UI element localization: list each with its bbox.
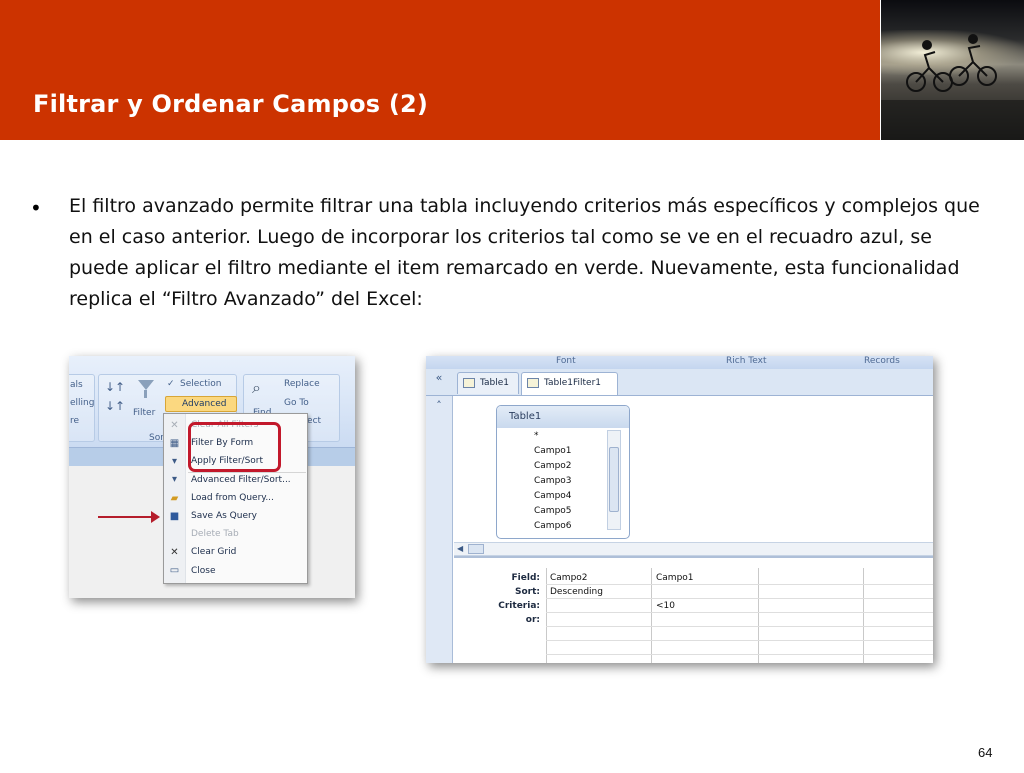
- clear-filters-icon: ✕: [170, 420, 179, 431]
- field-item[interactable]: Campo5: [534, 506, 572, 516]
- slide-header-band: Filtrar y Ordenar Campos (2): [0, 0, 880, 140]
- ribbon-group-font: Font: [556, 356, 576, 366]
- menu-item-delete-tab[interactable]: Delete Tab: [191, 529, 239, 539]
- grid-label-criteria: Criteria:: [498, 601, 540, 611]
- ribbon-group-records: Records: [864, 356, 900, 366]
- field-item[interactable]: *: [534, 431, 539, 441]
- grid-divider: [546, 568, 547, 663]
- advanced-button[interactable]: Advanced: [165, 396, 237, 412]
- menu-item-close[interactable]: Close: [191, 566, 216, 576]
- filter-by-form-icon: ▦: [169, 438, 180, 449]
- grid-label-sort: Sort:: [514, 587, 540, 597]
- clear-grid-icon: ✕: [170, 547, 179, 558]
- nav-scroll-up-button[interactable]: ˄: [429, 399, 449, 413]
- tab-table1-label: Table1: [480, 378, 509, 388]
- field-list-title: Table1: [497, 406, 629, 428]
- slide-title: Filtrar y Ordenar Campos (2): [33, 90, 429, 118]
- replace-button[interactable]: Replace: [284, 379, 320, 389]
- menu-item-load-from-query[interactable]: Load from Query...: [191, 493, 274, 503]
- grid-label-or: or:: [525, 615, 540, 625]
- scroll-left-arrow-icon[interactable]: ◀: [457, 544, 463, 553]
- cyclists-photo: [881, 0, 1024, 140]
- grid-row-line: [546, 584, 933, 585]
- grid-divider: [651, 568, 652, 663]
- filter-button-label[interactable]: Filter: [133, 408, 155, 418]
- cyclists-silhouette-icon: [881, 34, 1024, 140]
- page-number: 64: [978, 745, 993, 760]
- selection-button-label[interactable]: Selection: [180, 379, 221, 389]
- sort-ascending-icon[interactable]: ↓↑: [105, 380, 125, 394]
- grid-label-field: Field:: [511, 573, 540, 583]
- ribbon-group-rich-text: Rich Text: [726, 356, 767, 366]
- save-disk-icon: ■: [169, 511, 180, 522]
- menu-separator: [188, 472, 306, 473]
- tab-table1filter1[interactable]: Table1Filter1: [521, 372, 618, 395]
- design-horizontal-scrollbar[interactable]: ◀: [454, 542, 933, 556]
- selection-icon[interactable]: ✓: [167, 379, 175, 389]
- ribbon-totals-partial[interactable]: als: [70, 380, 83, 390]
- grid-divider: [758, 568, 759, 663]
- red-arrow-icon: [98, 511, 160, 523]
- field-item[interactable]: Campo2: [534, 461, 572, 471]
- filter-funnel-icon[interactable]: [138, 380, 154, 390]
- sort-descending-icon[interactable]: ↓↑: [105, 399, 125, 413]
- horizontal-scroll-thumb[interactable]: [468, 544, 484, 554]
- field-item[interactable]: Campo3: [534, 476, 572, 486]
- apply-filter-icon: ▾: [171, 456, 178, 467]
- grid-divider: [863, 568, 864, 663]
- grid-row-line: [546, 654, 933, 655]
- filter-funnel-stem: [144, 390, 147, 398]
- grid-row-line: [546, 640, 933, 641]
- grid-row-line: [546, 612, 933, 613]
- design-grid: Field: Sort: Criteria: or: Campo2 Descen…: [454, 556, 933, 663]
- menu-item-save-as-query[interactable]: Save As Query: [191, 511, 257, 521]
- bullet-paragraph: El filtro avanzado permite filtrar una t…: [69, 195, 980, 310]
- menu-item-clear-grid[interactable]: Clear Grid: [191, 547, 236, 557]
- collapse-nav-button[interactable]: «: [429, 371, 449, 385]
- advanced-menu-screenshot: als elling re ↓↑ ↓↑ Filter ✓ Selection A…: [69, 356, 355, 598]
- grid-row-line: [546, 626, 933, 627]
- bullet-marker: •: [30, 196, 42, 220]
- highlight-box: [188, 422, 281, 472]
- tab-table1filter1-label: Table1Filter1: [544, 378, 602, 388]
- field-list-scroll-thumb[interactable]: [609, 447, 619, 512]
- grid-cell-field[interactable]: Campo2: [550, 573, 588, 583]
- goto-button[interactable]: Go To: [284, 398, 309, 408]
- grid-cell-criteria[interactable]: <10: [656, 601, 675, 611]
- grid-cell-field[interactable]: Campo1: [656, 573, 694, 583]
- load-query-folder-icon: ▰: [170, 493, 179, 504]
- table1-field-list[interactable]: Table1 * Campo1 Campo2 Campo3 Campo4 Cam…: [496, 405, 630, 539]
- binoculars-icon[interactable]: ⌕: [252, 378, 261, 398]
- field-item[interactable]: Campo6: [534, 521, 572, 531]
- table-icon: [463, 378, 475, 388]
- field-item[interactable]: Campo4: [534, 491, 572, 501]
- field-item[interactable]: Campo1: [534, 446, 572, 456]
- ribbon-group-labels: Font Rich Text Records: [426, 356, 933, 369]
- field-list-scrollbar[interactable]: [607, 430, 621, 530]
- close-window-icon: ▭: [169, 565, 180, 576]
- filter-tab-icon: [527, 378, 539, 388]
- ribbon-spelling-partial[interactable]: elling: [70, 398, 94, 408]
- tab-table1[interactable]: Table1: [457, 372, 519, 394]
- grid-row-line: [546, 598, 933, 599]
- menu-item-advanced-filter-sort[interactable]: Advanced Filter/Sort...: [191, 475, 291, 485]
- navigation-pane: « ˄: [426, 371, 453, 663]
- ribbon-more-partial[interactable]: re: [70, 416, 79, 426]
- filter-design-screenshot: Font Rich Text Records « ˄ Table1 Table1…: [426, 356, 933, 663]
- grid-cell-sort[interactable]: Descending: [550, 587, 603, 597]
- advanced-filter-icon: ▾: [171, 474, 178, 485]
